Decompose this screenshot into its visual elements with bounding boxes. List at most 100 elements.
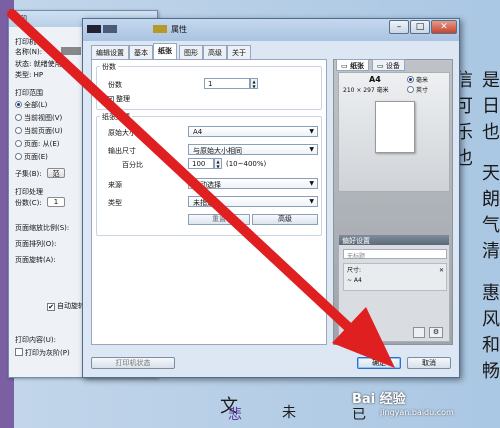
range-page-radio[interactable]: 当前页面(U) [15, 126, 63, 136]
status-label: 状态: [15, 60, 32, 68]
range-view-label: 当前视图(V) [24, 114, 63, 122]
tab-paper[interactable]: 纸张 [153, 43, 177, 59]
unit-inch-label: 英寸 [416, 87, 429, 94]
range-selection-radio[interactable]: 页面(E) [15, 152, 48, 162]
source-select[interactable]: 自动选择 ▼ [188, 178, 318, 189]
output-size-label: 输出尺寸 [108, 147, 136, 155]
tab-about[interactable]: 关于 [227, 45, 251, 59]
unit-mm-label: 毫米 [416, 77, 429, 84]
printer-name-label: 名称(N): [15, 48, 43, 56]
save-favorite-icon[interactable] [413, 327, 425, 338]
checkbox-icon: ✔ [106, 96, 114, 104]
range-all-radio[interactable]: 全部(L) [15, 100, 47, 110]
percent-spinner[interactable]: ▲ ▼ [214, 158, 222, 169]
percent-input[interactable]: 100 [188, 158, 214, 169]
radio-icon [15, 153, 22, 160]
copies-input[interactable]: 1 [204, 78, 250, 89]
copies-spinner[interactable]: ▲ ▼ [250, 78, 258, 89]
favorite-detail-size: 尺寸: [347, 267, 362, 274]
tab-preview-paper[interactable]: ▭ 纸张 [336, 59, 370, 71]
calligraphy-char: 风 [482, 309, 500, 330]
gear-icon[interactable]: ⚙ [429, 327, 443, 338]
range-pages-label: 页面: 从(E) [24, 140, 60, 148]
original-size-label: 原始大小 [108, 129, 136, 137]
maximize-button[interactable]: □ [410, 20, 430, 34]
calligraphy-char: 也 [482, 122, 500, 143]
folder-icon [153, 25, 167, 33]
percent-label: 百分比 [122, 161, 143, 169]
calligraphy-char: 未 [282, 405, 296, 421]
range-page-label: 当前页面(U) [24, 127, 63, 135]
calligraphy-char: 悲 [228, 407, 242, 423]
printer-properties-window: 属性 – □ ✕ 编辑设置 基本 纸张 图形 高级 关于 份数 份数 1 ▲ ▼ … [82, 18, 460, 378]
tab-preview-paper-label: 纸张 [350, 62, 365, 70]
tab-graphics[interactable]: 图形 [179, 45, 203, 59]
printer-status-button[interactable]: 打印机状态 [91, 357, 175, 369]
tab-advanced[interactable]: 高级 [203, 45, 227, 59]
copies-label: 份数(C): [15, 199, 42, 207]
range-view-radio[interactable]: 当前视图(V) [15, 113, 62, 123]
subset-label: 子集(B): [15, 170, 42, 178]
tab-edit-settings[interactable]: 编辑设置 [91, 45, 129, 59]
tab-preview-device[interactable]: ▭ 设备 [372, 59, 405, 71]
tab-preview-device-label: 设备 [385, 62, 400, 70]
unit-mm-radio[interactable]: 毫米 [407, 75, 428, 84]
auto-rotate-checkbox[interactable]: ✔ 自动旋转 [47, 301, 85, 311]
title-bar: 属性 – □ ✕ [83, 19, 459, 41]
print-content-label: 打印内容(U): [15, 336, 56, 344]
copies-input[interactable]: 1 [47, 197, 65, 207]
chevron-down-icon: ▼ [309, 146, 314, 153]
radio-icon [15, 101, 22, 108]
subset-select[interactable]: 范 [47, 168, 65, 178]
paper-thumbnail [375, 101, 415, 153]
reset-button[interactable]: 重置 [188, 214, 250, 225]
paper-group-label: 纸张选项 [100, 112, 132, 122]
favorite-detail[interactable]: 尺寸: ~ A4 ✕ [343, 263, 447, 291]
calligraphy-char: 和 [482, 335, 500, 356]
unit-inch-radio[interactable]: 英寸 [407, 85, 428, 94]
radio-icon [15, 114, 22, 121]
type-value: HP [33, 71, 44, 79]
output-size-select[interactable]: 与原始大小相同 ▼ [188, 144, 318, 155]
range-selection-label: 页面(E) [24, 153, 48, 161]
collate-label: 整理 [116, 95, 130, 103]
range-pages-radio[interactable]: 页面: 从(E) [15, 139, 59, 149]
cancel-button[interactable]: 取消 [407, 357, 451, 369]
original-size-value: A4 [193, 128, 203, 136]
source-value: 自动选择 [193, 181, 221, 189]
copies-group-label: 份数 [100, 62, 118, 72]
calligraphy-char: 已 [352, 407, 366, 423]
favorites-panel: 偏好设置 无标题 尺寸: ~ A4 ✕ ⚙ [338, 234, 450, 342]
range-all-label: 全部(L) [24, 101, 48, 109]
page-rotate-label: 页面旋转(A): [15, 256, 56, 264]
page-order-label: 页面排列(O): [15, 240, 57, 248]
page-scaling-label: 页面缩放比例(S): [15, 224, 70, 232]
minimize-button[interactable]: – [389, 20, 409, 34]
collate-checkbox[interactable]: ✔ 整理 [106, 94, 130, 104]
radio-icon [407, 76, 414, 83]
favorite-untitled[interactable]: 无标题 [343, 249, 447, 260]
type-select[interactable]: 未指定 ▼ [188, 196, 318, 207]
ok-button[interactable]: 确定 [357, 357, 401, 369]
printer-name-select[interactable] [61, 47, 81, 55]
chevron-down-icon: ▼ [309, 198, 314, 205]
print-handling-label: 打印处理 [15, 188, 43, 196]
close-icon[interactable]: ✕ [439, 266, 444, 276]
advanced-button[interactable]: 高级 [252, 214, 318, 225]
calligraphy-char: 日 [482, 96, 500, 117]
calligraphy-char: 气 [482, 215, 500, 236]
original-size-select[interactable]: A4 ▼ [188, 126, 318, 137]
grayscale-checkbox[interactable]: 打印为灰阶(P) [15, 348, 70, 358]
source-label: 来源 [108, 181, 122, 189]
tab-basic[interactable]: 基本 [129, 45, 153, 59]
close-button[interactable]: ✕ [431, 20, 457, 34]
calligraphy-char: 畅 [482, 361, 500, 382]
copies-label: 份数 [108, 81, 122, 89]
type-label: 类型: [15, 71, 32, 79]
chevron-down-icon: ▼ [309, 180, 314, 187]
preview-pane: ▭ 纸张 ▭ 设备 A4 210 × 297 毫米 毫米 英寸 偏好设置 无标题… [333, 59, 453, 345]
status-value: 就绪使用 [33, 60, 62, 68]
grayscale-label: 打印为灰阶(P) [25, 349, 70, 357]
type-value: 未指定 [193, 199, 214, 207]
paper-tab-panel: 份数 份数 1 ▲ ▼ ✔ 整理 纸张选项 原始大小 A4 ▼ 输出尺寸 与原始大小相… [91, 59, 327, 345]
